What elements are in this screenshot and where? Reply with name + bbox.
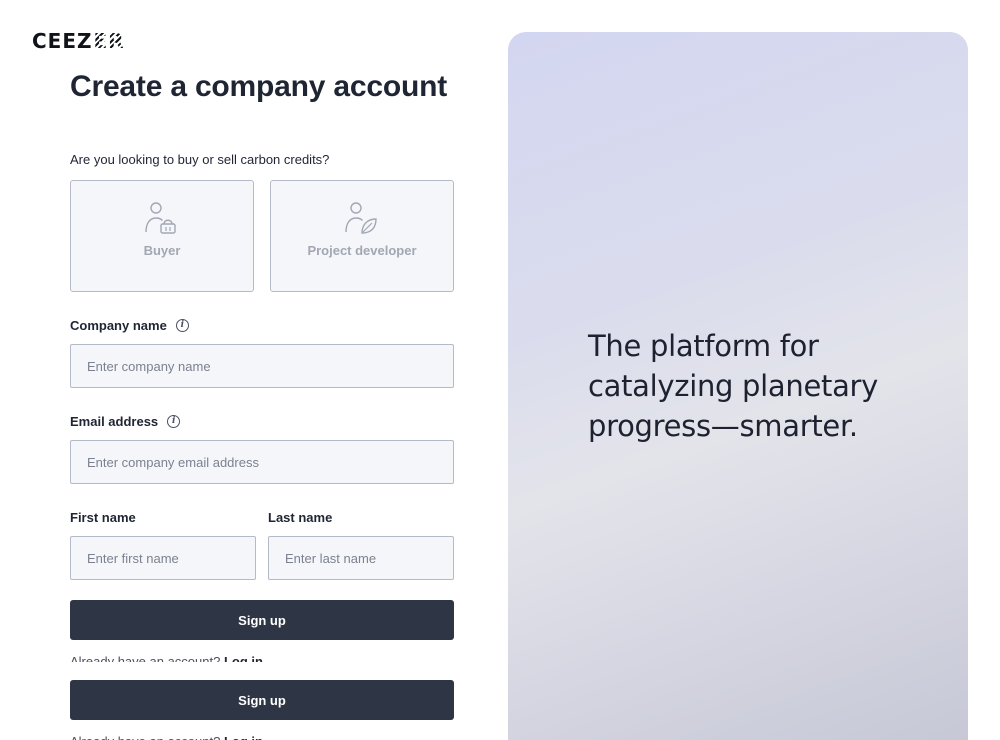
login-prompt: Already have an account? Log in (70, 654, 454, 662)
login-link[interactable]: Log in (224, 654, 263, 662)
info-icon[interactable]: i (175, 319, 189, 332)
logo-stripe-text: ER (93, 29, 125, 53)
sign-up-button[interactable]: Sign up (70, 680, 454, 720)
person-basket-icon (145, 202, 176, 234)
project-developer-option-label: Project developer (307, 243, 417, 258)
email-input[interactable] (70, 440, 454, 484)
last-name-input[interactable] (268, 536, 454, 580)
company-name-label: Company name i (70, 318, 189, 333)
last-name-label: Last name (268, 510, 333, 525)
logo-text: CEEZ (32, 29, 93, 53)
project-developer-option[interactable]: Project developer (270, 180, 454, 292)
buyer-option-label: Buyer (143, 243, 181, 258)
sign-up-button[interactable]: Sign up (70, 600, 454, 640)
email-address-label: Email address i (70, 414, 181, 429)
login-prompt: Already have an account? Log in (70, 734, 454, 740)
login-prompt-text: Already have an account? (70, 654, 221, 662)
hero-panel: The platform for catalyzing planetary pr… (508, 32, 968, 740)
first-name-label: First name (70, 510, 136, 525)
person-leaf-icon (345, 202, 377, 234)
email-address-label-text: Email address (70, 414, 159, 429)
page-title: Create a company account (70, 70, 447, 103)
company-name-label-text: Company name (70, 318, 167, 333)
login-link[interactable]: Log in (224, 734, 263, 740)
info-icon[interactable]: i (167, 415, 181, 428)
first-name-input[interactable] (70, 536, 256, 580)
company-name-input[interactable] (70, 344, 454, 388)
hero-tagline: The platform for catalyzing planetary pr… (588, 329, 879, 443)
buyer-option[interactable]: Buyer (70, 180, 254, 292)
logo-stripe: ER (94, 29, 125, 53)
ceezer-logo[interactable]: CEEZ ER (32, 29, 125, 53)
login-prompt-text: Already have an account? (70, 734, 220, 740)
role-question: Are you looking to buy or sell carbon cr… (70, 152, 330, 167)
